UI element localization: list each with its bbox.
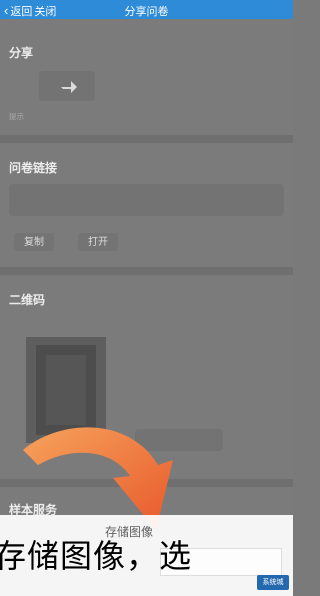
- share-hint-label: 提示: [9, 112, 24, 121]
- share-section-title: 分享: [9, 46, 34, 60]
- page-title: 分享问卷: [124, 6, 169, 18]
- open-button[interactable]: 打开: [78, 233, 118, 251]
- share-icon-button[interactable]: [39, 71, 95, 101]
- watermark-logo: 系统城: [257, 575, 289, 590]
- copy-button[interactable]: 复制: [14, 233, 54, 251]
- divider: [0, 135, 293, 143]
- caption-text: 存储图像，选: [0, 537, 193, 575]
- share-icon: [61, 81, 77, 93]
- link-section-title: 问卷链接: [9, 161, 58, 175]
- qrcode-section-title: 二维码: [9, 293, 46, 307]
- header-bar: ‹ 返回 关闭 分享问卷: [0, 0, 293, 19]
- link-field[interactable]: [9, 184, 284, 216]
- share-hint: 提示: [9, 111, 24, 122]
- divider: [0, 267, 293, 275]
